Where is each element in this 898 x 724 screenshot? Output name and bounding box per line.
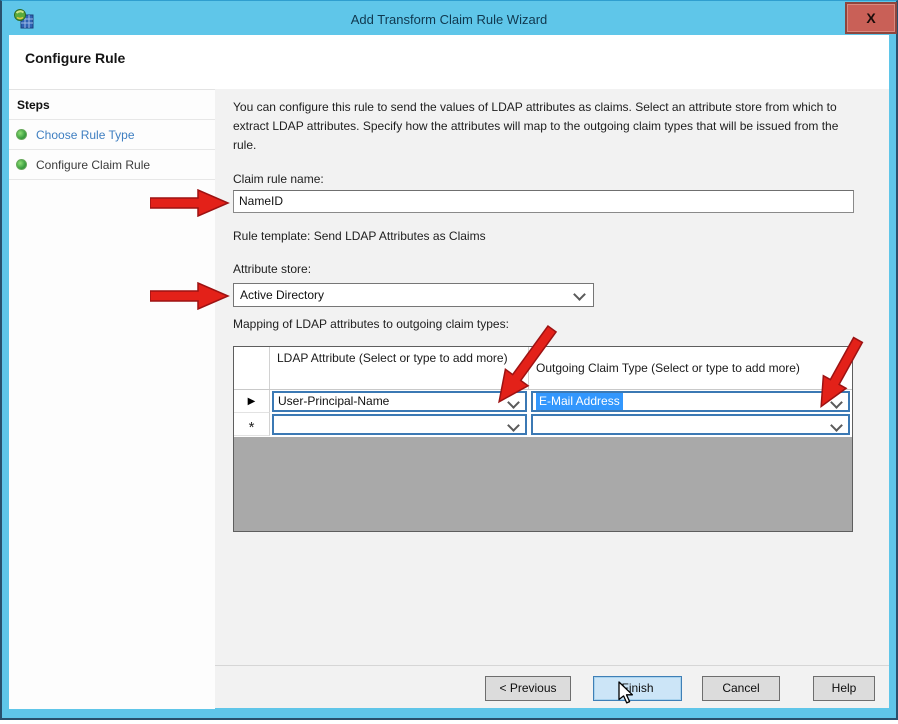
ldap-attribute-cell: User-Principal-Name (270, 390, 529, 413)
footer-divider (215, 665, 889, 666)
claim-rule-name-input[interactable]: NameID (233, 190, 854, 213)
chevron-down-icon (573, 288, 586, 301)
close-icon[interactable]: X (845, 2, 897, 34)
step-label: Choose Rule Type (36, 128, 135, 142)
cancel-button[interactable]: Cancel (702, 676, 780, 701)
chevron-down-icon (507, 419, 520, 432)
outgoing-claim-cell (529, 413, 852, 436)
previous-button[interactable]: < Previous (485, 676, 571, 701)
mapping-table-header: LDAP Attribute (Select or type to add mo… (234, 347, 852, 390)
steps-sidebar: Steps Choose Rule Type Configure Claim R… (9, 89, 215, 709)
ldap-mapping-table: LDAP Attribute (Select or type to add mo… (233, 346, 853, 532)
step-complete-icon (16, 129, 27, 140)
new-row-indicator: * (234, 413, 270, 436)
window-title: Add Transform Claim Rule Wizard (0, 12, 898, 27)
chevron-down-icon (830, 419, 843, 432)
row-current-icon: ▶ (248, 396, 256, 407)
ldap-attribute-value: User-Principal-Name (274, 393, 389, 410)
page-title: Configure Rule (25, 50, 125, 66)
current-row-indicator: ▶ (234, 390, 270, 413)
configure-rule-pane: You can configure this rule to send the … (215, 89, 889, 708)
ldap-attribute-select[interactable]: User-Principal-Name (272, 391, 527, 412)
attribute-store-select[interactable]: Active Directory (233, 283, 594, 307)
row-new-icon: * (249, 424, 255, 432)
row-selector-header (234, 347, 270, 389)
table-row: ▶ User-Principal-Name E-Mail Address (234, 390, 852, 413)
chevron-down-icon (507, 396, 520, 409)
attribute-store-value: Active Directory (240, 288, 324, 302)
sidebar-item-choose-rule-type[interactable]: Choose Rule Type (9, 120, 215, 150)
table-row-new: * (234, 413, 852, 436)
steps-heading: Steps (9, 90, 215, 120)
sidebar-item-configure-claim-rule[interactable]: Configure Claim Rule (9, 150, 215, 180)
finish-button[interactable]: Finish (593, 676, 682, 701)
step-complete-icon (16, 159, 27, 170)
outgoing-claim-select[interactable]: E-Mail Address (531, 391, 850, 412)
rule-description: You can configure this rule to send the … (233, 98, 863, 155)
attribute-store-label: Attribute store: (233, 262, 311, 276)
table-empty-area (234, 437, 852, 531)
outgoing-claim-value-selected: E-Mail Address (536, 393, 623, 410)
outgoing-claim-select-empty[interactable] (531, 414, 850, 435)
rule-template-text: Rule template: Send LDAP Attributes as C… (233, 229, 486, 243)
step-label: Configure Claim Rule (36, 158, 150, 172)
ldap-attribute-column-header: LDAP Attribute (Select or type to add mo… (270, 347, 529, 389)
help-button[interactable]: Help (813, 676, 875, 701)
ldap-attribute-select-empty[interactable] (272, 414, 527, 435)
screenshot-root: { "window": { "title": "Add Transform Cl… (0, 0, 898, 724)
wizard-header-band (9, 35, 889, 89)
claim-rule-name-label: Claim rule name: (233, 172, 324, 186)
close-icon-glyph: X (866, 10, 875, 26)
outgoing-claim-column-header: Outgoing Claim Type (Select or type to a… (529, 347, 852, 389)
chevron-down-icon (830, 396, 843, 409)
mapping-table-label: Mapping of LDAP attributes to outgoing c… (233, 317, 509, 331)
ldap-attribute-cell (270, 413, 529, 436)
outgoing-claim-cell: E-Mail Address (529, 390, 852, 413)
